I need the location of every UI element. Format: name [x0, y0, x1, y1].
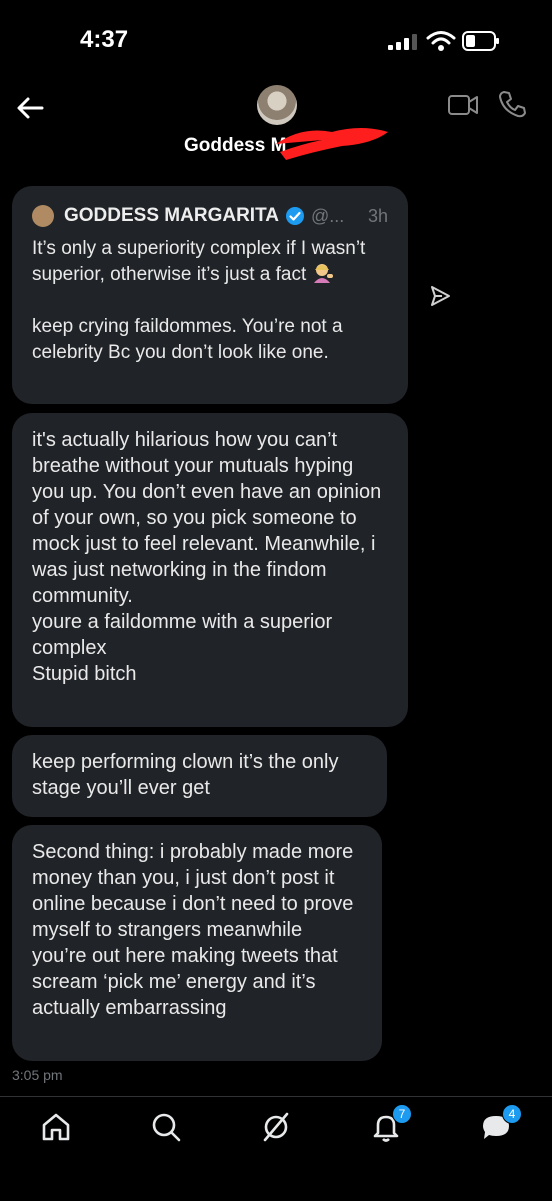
notification-count-badge: 7	[392, 1104, 412, 1124]
post-text-line-2: keep crying faildommes. You’re not a cel…	[32, 316, 343, 363]
post-author-name: GODDESS MARGARITA	[64, 205, 279, 226]
avatar[interactable]	[257, 85, 297, 125]
verified-badge-icon	[285, 207, 304, 225]
messages-count-badge: 4	[502, 1104, 522, 1124]
message-text: it's actually hilarious how you can’t br…	[32, 429, 382, 685]
wifi-icon	[426, 31, 456, 51]
person-tipping-hand-emoji-icon	[313, 264, 333, 283]
signal-icon	[388, 34, 417, 50]
phone-call-icon[interactable]	[498, 90, 526, 118]
status-bar: 4:37	[0, 0, 552, 80]
message-bubble[interactable]: Second thing: i probably made more money…	[12, 825, 382, 1061]
message-text: keep performing clown it’s the only stag…	[32, 751, 345, 799]
notifications-tab[interactable]: 7	[370, 1104, 412, 1143]
post-time: 3h	[367, 205, 388, 226]
post-author-handle: @...	[310, 205, 345, 226]
redaction-scribble	[276, 128, 388, 160]
message-timestamp: 3:05 pm	[12, 1067, 63, 1083]
post-author-avatar	[32, 205, 54, 227]
share-icon[interactable]	[428, 284, 452, 308]
conversation-header: Goddess M	[0, 80, 552, 176]
video-call-icon[interactable]	[448, 92, 478, 118]
shared-post-card[interactable]: GODDESS MARGARITA @... 3h It’s only a su…	[12, 186, 408, 404]
messages-tab[interactable]: 4	[480, 1104, 522, 1143]
shared-post-header: GODDESS MARGARITA @... 3h	[32, 202, 388, 230]
back-arrow-icon[interactable]	[14, 94, 46, 122]
post-text: It’s only a superiority complex if I was…	[32, 236, 388, 366]
grok-icon[interactable]	[260, 1111, 292, 1143]
message-bubble[interactable]: keep performing clown it’s the only stag…	[12, 735, 387, 817]
battery-icon	[462, 31, 499, 51]
message-bubble[interactable]: it's actually hilarious how you can’t br…	[12, 413, 408, 727]
status-time: 4:37	[80, 26, 129, 53]
home-icon[interactable]	[40, 1111, 72, 1143]
bottom-tab-bar: 7 4	[0, 1096, 552, 1201]
search-icon[interactable]	[150, 1111, 182, 1143]
message-text: Second thing: i probably made more money…	[32, 841, 359, 1019]
